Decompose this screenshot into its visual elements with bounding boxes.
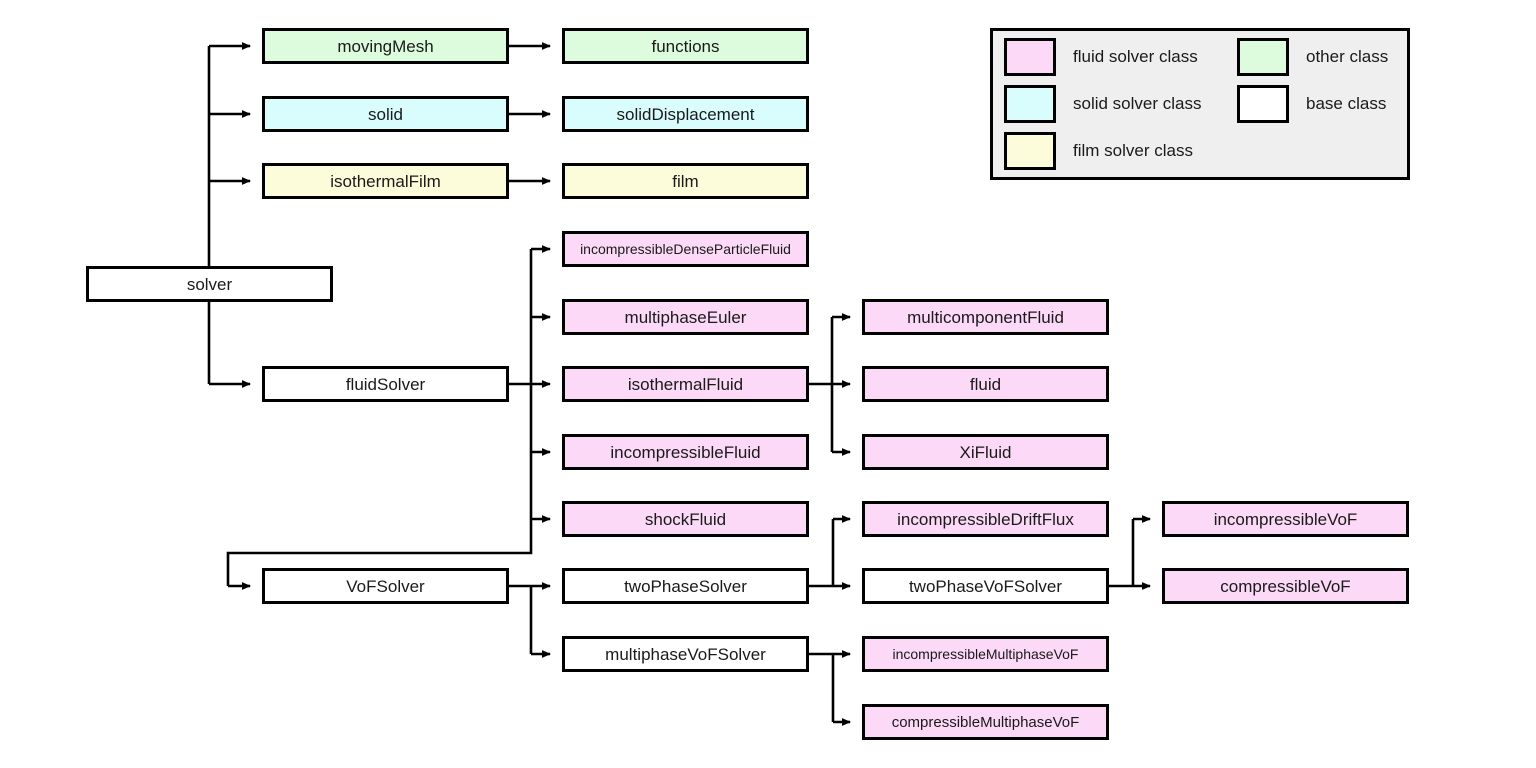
class-node-label: incompressibleDenseParticleFluid [580,241,791,257]
class-node-solid[interactable]: solid [262,96,509,132]
class-node-twoPhaseVoFSolver[interactable]: twoPhaseVoFSolver [862,568,1109,604]
class-node-multicomponentFluid[interactable]: multicomponentFluid [862,299,1109,335]
class-node-label: fluid [969,374,1002,394]
class-hierarchy-diagram: solver movingMesh solid isothermalFilm fluid… [0,0,1536,768]
legend-swatch-film [1004,132,1056,170]
class-node-label: incompressibleMultiphaseVoF [892,646,1079,662]
class-node-shockFluid[interactable]: shockFluid [562,501,809,537]
class-node-fluidSolver[interactable]: fluidSolver [262,366,509,402]
class-node-label: compressibleMultiphaseVoF [891,713,1080,731]
class-node-label: solidDisplacement [616,104,755,124]
legend-item-fluid: fluid solver class [1004,38,1198,76]
class-node-incompressibleMultiphaseVoF[interactable]: incompressibleMultiphaseVoF [862,636,1109,672]
class-node-solidDisplacement[interactable]: solidDisplacement [562,96,809,132]
class-node-solver[interactable]: solver [86,266,333,302]
class-node-label: multicomponentFluid [907,307,1064,327]
class-node-twoPhaseSolver[interactable]: twoPhaseSolver [562,568,809,604]
class-node-compressibleMultiphaseVoF[interactable]: compressibleMultiphaseVoF [862,704,1109,740]
legend-item-film: film solver class [1004,132,1193,170]
class-node-multiphaseEuler[interactable]: multiphaseEuler [562,299,809,335]
legend-swatch-other [1237,38,1289,76]
class-node-fluid[interactable]: fluid [862,366,1109,402]
legend-label: solid solver class [1073,94,1202,113]
class-node-isothermalFilm[interactable]: isothermalFilm [262,163,509,199]
legend-label: film solver class [1073,141,1193,160]
legend-label: other class [1306,47,1389,66]
class-node-label: XiFluid [959,442,1012,462]
legend-label: fluid solver class [1073,47,1198,66]
class-node-label: solver [186,274,233,294]
class-node-label: shockFluid [644,509,727,529]
legend-label: base class [1306,94,1387,113]
legend-swatch-solid [1004,85,1056,123]
class-node-label: twoPhaseVoFSolver [908,576,1063,596]
class-node-label: incompressibleFluid [610,442,761,462]
class-node-label: twoPhaseSolver [624,576,747,596]
legend-item-base: base class [1237,85,1386,123]
class-node-XiFluid[interactable]: XiFluid [862,434,1109,470]
legend-swatch-fluid [1004,38,1056,76]
class-node-film[interactable]: film [562,163,809,199]
class-node-label: multiphaseVoFSolver [605,644,766,664]
class-node-incompressibleDenseParticleFluid[interactable]: incompressibleDenseParticleFluid [562,231,809,267]
class-node-functions[interactable]: functions [562,28,809,64]
legend-swatch-base [1237,85,1289,123]
class-node-movingMesh[interactable]: movingMesh [262,28,509,64]
class-node-label: fluidSolver [345,374,426,394]
class-node-incompressibleVoF[interactable]: incompressibleVoF [1162,501,1409,537]
class-node-label: isothermalFluid [627,374,744,394]
class-node-incompressibleDriftFlux[interactable]: incompressibleDriftFlux [862,501,1109,537]
class-node-label: movingMesh [337,36,434,56]
class-node-isothermalFluid[interactable]: isothermalFluid [562,366,809,402]
class-node-multiphaseVoFSolver[interactable]: multiphaseVoFSolver [562,636,809,672]
class-node-VoFSolver[interactable]: VoFSolver [262,568,509,604]
class-node-label: VoFSolver [346,576,425,596]
class-node-incompressibleFluid[interactable]: incompressibleFluid [562,434,809,470]
class-node-label: film [672,171,699,191]
class-node-label: solid [368,104,403,124]
class-node-label: compressibleVoF [1220,576,1351,596]
class-node-label: multiphaseEuler [624,307,747,327]
class-node-label: functions [651,36,720,56]
class-node-compressibleVoF[interactable]: compressibleVoF [1162,568,1409,604]
legend-item-solid: solid solver class [1004,85,1202,123]
class-node-label: incompressibleVoF [1213,509,1358,529]
class-node-label: isothermalFilm [330,171,441,191]
class-node-label: incompressibleDriftFlux [897,509,1074,529]
legend-item-other: other class [1237,38,1388,76]
